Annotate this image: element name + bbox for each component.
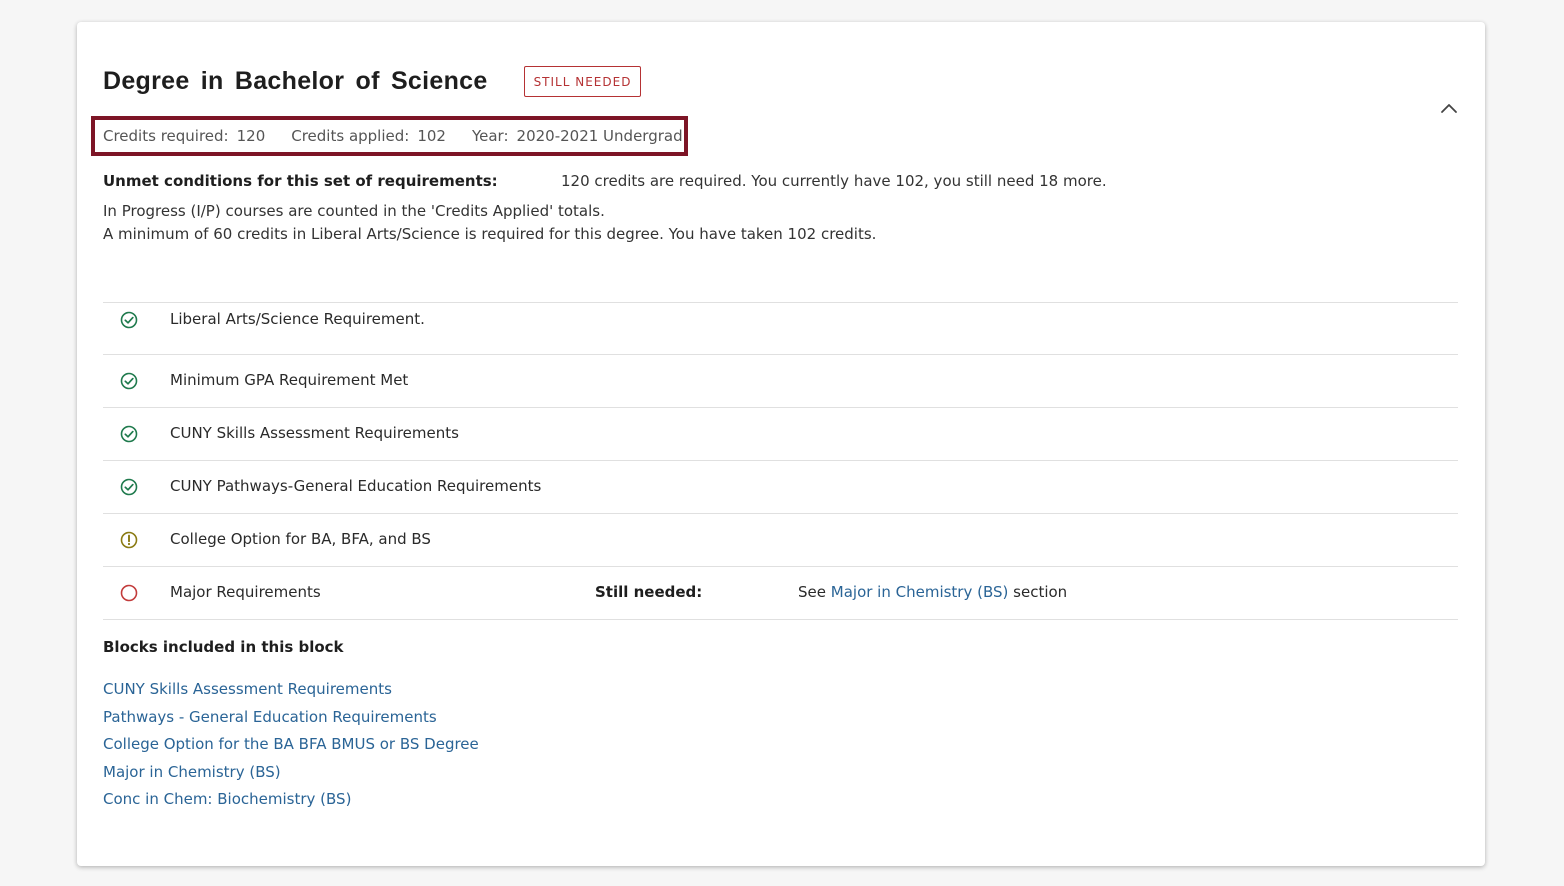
unmet-conditions: Unmet conditions for this set of require… [103, 172, 1107, 190]
unmet-conditions-label: Unmet conditions for this set of require… [103, 172, 498, 190]
chevron-up-icon [1441, 104, 1457, 113]
block-link-major-chemistry[interactable]: Major in Chemistry (BS) [103, 759, 479, 787]
collapse-button[interactable] [1435, 94, 1463, 122]
requirement-label: CUNY Skills Assessment Requirements [170, 424, 459, 442]
credits-applied: Credits applied: 102 [291, 127, 446, 145]
requirement-label: Liberal Arts/Science Requirement. [170, 310, 425, 328]
degree-block-card: Degree in Bachelor of Science STILL NEED… [77, 22, 1485, 866]
year-value: 2020-2021 Undergrad [516, 127, 683, 145]
credits-required-value: 120 [236, 127, 266, 145]
unmet-conditions-text: 120 credits are required. You currently … [561, 172, 1107, 190]
block-link-conc-biochemistry[interactable]: Conc in Chem: Biochemistry (BS) [103, 786, 479, 814]
requirement-label: CUNY Pathways-General Education Requirem… [170, 477, 542, 495]
check-circle-icon [120, 425, 138, 443]
status-badge: STILL NEEDED [523, 66, 642, 97]
block-notes: In Progress (I/P) courses are counted in… [103, 200, 876, 246]
requirement-row-minimum-gpa[interactable]: Minimum GPA Requirement Met [103, 355, 1458, 408]
still-needed-text: See Major in Chemistry (BS) section [798, 583, 1067, 601]
still-needed-label: Still needed: [595, 583, 703, 601]
major-chemistry-link[interactable]: Major in Chemistry (BS) [831, 583, 1009, 601]
block-header: Degree in Bachelor of Science STILL NEED… [103, 66, 642, 97]
check-circle-icon [120, 372, 138, 390]
check-circle-icon [120, 311, 138, 329]
requirement-label: College Option for BA, BFA, and BS [170, 530, 431, 548]
exclamation-circle-icon [120, 531, 138, 549]
note-liberal-arts: A minimum of 60 credits in Liberal Arts/… [103, 225, 877, 243]
requirement-row-college-option[interactable]: College Option for BA, BFA, and BS [103, 514, 1458, 567]
block-title: Degree in Bachelor of Science [103, 67, 488, 95]
requirement-label: Minimum GPA Requirement Met [170, 371, 409, 389]
requirement-row-liberal-arts[interactable]: Liberal Arts/Science Requirement. [103, 303, 1458, 355]
blocks-included-heading: Blocks included in this block [103, 638, 344, 656]
requirement-label: Major Requirements [170, 583, 321, 601]
requirement-row-cuny-skills[interactable]: CUNY Skills Assessment Requirements [103, 408, 1458, 461]
block-link-pathways[interactable]: Pathways - General Education Requirement… [103, 704, 479, 732]
block-link-college-option[interactable]: College Option for the BA BFA BMUS or BS… [103, 731, 479, 759]
credits-required-label: Credits required: [103, 127, 229, 145]
block-link-cuny-skills[interactable]: CUNY Skills Assessment Requirements [103, 676, 479, 704]
requirement-row-cuny-pathways[interactable]: CUNY Pathways-General Education Requirem… [103, 461, 1458, 514]
year-label: Year: [471, 127, 509, 145]
catalog-year: Year: 2020-2021 Undergrad [472, 127, 683, 145]
credits-summary: Credits required: 120 Credits applied: 102… [91, 116, 688, 156]
credits-applied-label: Credits applied: [291, 127, 410, 145]
requirements-list: Liberal Arts/Science Requirement. Minimu… [103, 302, 1458, 620]
see-prefix: See [798, 583, 826, 601]
empty-circle-icon [120, 584, 138, 602]
check-circle-icon [120, 478, 138, 496]
requirement-row-major[interactable]: Major Requirements Still needed: See Maj… [103, 567, 1458, 620]
blocks-included-list: CUNY Skills Assessment Requirements Path… [103, 676, 479, 814]
see-suffix: section [1013, 583, 1068, 601]
note-in-progress: In Progress (I/P) courses are counted in… [103, 202, 605, 220]
credits-required: Credits required: 120 [103, 127, 265, 145]
credits-applied-value: 102 [417, 127, 446, 145]
